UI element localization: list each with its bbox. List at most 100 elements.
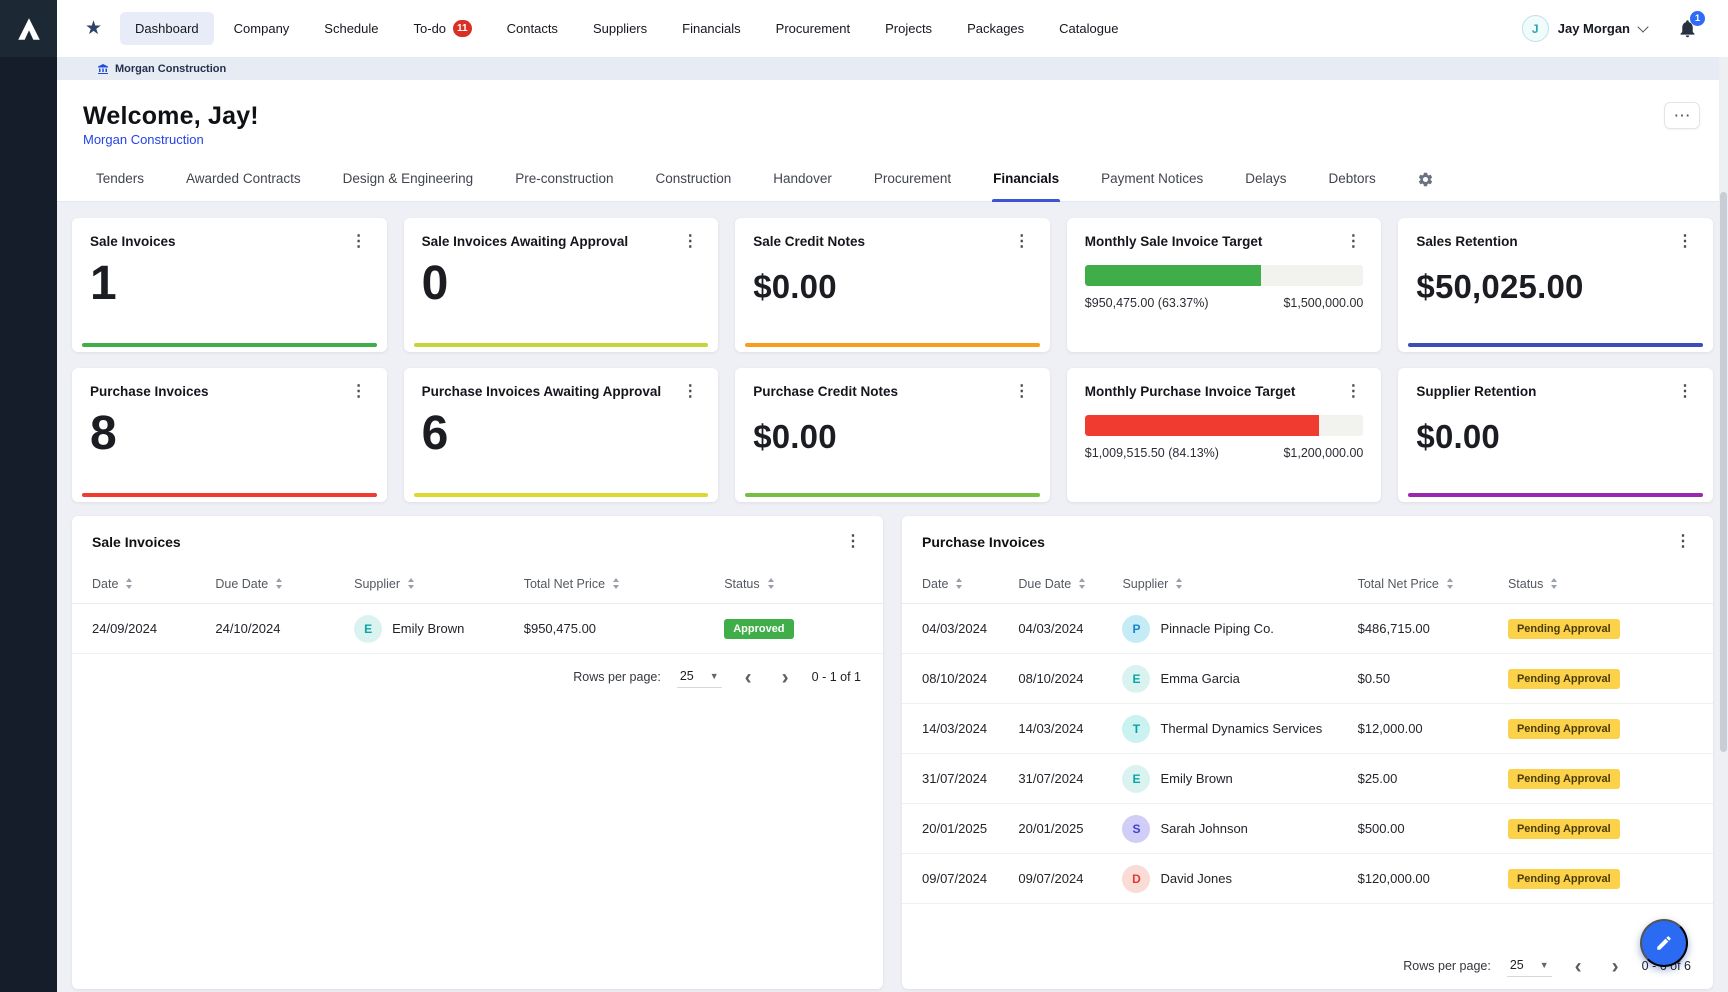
notifications-button[interactable]: 1 bbox=[1677, 18, 1698, 39]
rows-per-page-select[interactable]: 25▼ bbox=[1507, 956, 1552, 977]
bank-icon bbox=[97, 63, 109, 75]
cell-total: $25.00 bbox=[1358, 771, 1508, 786]
column-header-due-date[interactable]: Due Date bbox=[1018, 577, 1122, 591]
more-options-button[interactable]: ⋯ bbox=[1664, 102, 1700, 129]
column-header-supplier[interactable]: Supplier bbox=[354, 577, 524, 591]
breadcrumb-company-link[interactable]: Morgan Construction bbox=[97, 63, 226, 75]
tab-debtors[interactable]: Debtors bbox=[1327, 171, 1376, 201]
kebab-menu-icon[interactable]: ⋮ bbox=[843, 534, 863, 550]
kebab-menu-icon[interactable]: ⋮ bbox=[1675, 384, 1695, 400]
previous-page-button[interactable]: ‹ bbox=[738, 667, 759, 688]
cell-date: 08/10/2024 bbox=[922, 671, 1018, 686]
column-header-status[interactable]: Status bbox=[724, 577, 863, 591]
nav-item-todo[interactable]: To-do11 bbox=[399, 11, 487, 46]
cell-total: $120,000.00 bbox=[1358, 871, 1508, 886]
tab-pre-construction[interactable]: Pre-construction bbox=[514, 171, 614, 201]
cell-supplier: SSarah Johnson bbox=[1122, 815, 1357, 843]
nav-item-financials[interactable]: Financials bbox=[667, 12, 756, 45]
kpi-row-2: Purchase Invoices⋮ 8 Purchase Invoices A… bbox=[72, 368, 1713, 502]
nav-item-suppliers[interactable]: Suppliers bbox=[578, 12, 662, 45]
nav-item-catalogue[interactable]: Catalogue bbox=[1044, 12, 1133, 45]
kpi-accent-bar bbox=[414, 493, 709, 497]
create-fab-button[interactable] bbox=[1640, 919, 1688, 967]
table-row[interactable]: 04/03/2024 04/03/2024 PPinnacle Piping C… bbox=[902, 604, 1713, 654]
kebab-menu-icon[interactable]: ⋮ bbox=[680, 384, 700, 400]
next-page-button[interactable]: › bbox=[1605, 956, 1626, 977]
cell-supplier: EEmily Brown bbox=[1122, 765, 1357, 793]
app-logo[interactable] bbox=[0, 0, 57, 57]
kebab-menu-icon[interactable]: ⋮ bbox=[680, 234, 700, 250]
nav-item-procurement[interactable]: Procurement bbox=[761, 12, 865, 45]
kpi-card-sale-invoices-awaiting: Sale Invoices Awaiting Approval⋮ 0 bbox=[404, 218, 719, 352]
logo-a-icon bbox=[14, 14, 44, 44]
table-row[interactable]: 14/03/2024 14/03/2024 TThermal Dynamics … bbox=[902, 704, 1713, 754]
user-menu[interactable]: J Jay Morgan bbox=[1522, 15, 1647, 42]
nav-item-company[interactable]: Company bbox=[219, 12, 305, 45]
kebab-menu-icon[interactable]: ⋮ bbox=[349, 384, 369, 400]
tab-awarded-contracts[interactable]: Awarded Contracts bbox=[185, 171, 302, 201]
tab-handover[interactable]: Handover bbox=[772, 171, 833, 201]
left-rail bbox=[0, 0, 57, 992]
kebab-menu-icon[interactable]: ⋮ bbox=[1343, 234, 1363, 250]
nav-label: Procurement bbox=[776, 21, 850, 36]
kpi-accent-bar bbox=[1408, 343, 1703, 347]
progress-target: $1,200,000.00 bbox=[1283, 446, 1363, 460]
cell-date: 09/07/2024 bbox=[922, 871, 1018, 886]
table-row[interactable]: 24/09/2024 24/10/2024 E Emily Brown $950… bbox=[72, 604, 883, 654]
next-page-button[interactable]: › bbox=[775, 667, 796, 688]
previous-page-button[interactable]: ‹ bbox=[1568, 956, 1589, 977]
column-header-total-net-price[interactable]: Total Net Price bbox=[1358, 577, 1508, 591]
column-header-date[interactable]: Date bbox=[922, 577, 1018, 591]
kebab-menu-icon[interactable]: ⋮ bbox=[1673, 534, 1693, 550]
nav-item-dashboard[interactable]: Dashboard bbox=[120, 12, 214, 45]
tab-design-engineering[interactable]: Design & Engineering bbox=[342, 171, 475, 201]
kebab-menu-icon[interactable]: ⋮ bbox=[349, 234, 369, 250]
column-header-date[interactable]: Date bbox=[92, 577, 215, 591]
cell-due-date: 24/10/2024 bbox=[215, 621, 354, 636]
favorite-star-icon[interactable]: ★ bbox=[79, 15, 108, 42]
company-link[interactable]: Morgan Construction bbox=[83, 132, 204, 147]
nav-item-contacts[interactable]: Contacts bbox=[492, 12, 573, 45]
nav-item-packages[interactable]: Packages bbox=[952, 12, 1039, 45]
scrollbar-thumb[interactable] bbox=[1720, 192, 1727, 752]
kpi-title: Purchase Credit Notes bbox=[753, 384, 898, 399]
tabs-settings-button[interactable] bbox=[1417, 171, 1434, 201]
kpi-card-monthly-sale-target: Monthly Sale Invoice Target⋮ $950,475.00… bbox=[1067, 218, 1382, 352]
kpi-title: Purchase Invoices bbox=[90, 384, 209, 399]
tab-financials[interactable]: Financials bbox=[992, 171, 1060, 201]
tab-payment-notices[interactable]: Payment Notices bbox=[1100, 171, 1204, 201]
user-avatar: J bbox=[1522, 15, 1549, 42]
kpi-card-sale-credit-notes: Sale Credit Notes⋮ $0.00 bbox=[735, 218, 1050, 352]
nav-item-schedule[interactable]: Schedule bbox=[309, 12, 393, 45]
cell-total: $12,000.00 bbox=[1358, 721, 1508, 736]
status-badge: Pending Approval bbox=[1508, 669, 1620, 689]
user-name: Jay Morgan bbox=[1558, 21, 1630, 36]
sale-invoices-panel-title: Sale Invoices bbox=[92, 534, 181, 550]
kebab-menu-icon[interactable]: ⋮ bbox=[1675, 234, 1695, 250]
table-row[interactable]: 09/07/2024 09/07/2024 DDavid Jones $120,… bbox=[902, 854, 1713, 904]
nav-label: Financials bbox=[682, 21, 741, 36]
tab-tenders[interactable]: Tenders bbox=[95, 171, 145, 201]
tab-procurement[interactable]: Procurement bbox=[873, 171, 952, 201]
cell-supplier: DDavid Jones bbox=[1122, 865, 1357, 893]
table-row[interactable]: 08/10/2024 08/10/2024 EEmma Garcia $0.50… bbox=[902, 654, 1713, 704]
column-header-total-net-price[interactable]: Total Net Price bbox=[524, 577, 724, 591]
tab-construction[interactable]: Construction bbox=[654, 171, 732, 201]
kebab-menu-icon[interactable]: ⋮ bbox=[1343, 384, 1363, 400]
supplier-name: Emily Brown bbox=[392, 621, 464, 636]
column-header-supplier[interactable]: Supplier bbox=[1122, 577, 1357, 591]
nav-item-projects[interactable]: Projects bbox=[870, 12, 947, 45]
kpi-accent-bar bbox=[745, 493, 1040, 497]
column-header-status[interactable]: Status bbox=[1508, 577, 1693, 591]
rows-per-page-select[interactable]: 25▼ bbox=[677, 667, 722, 688]
cell-date: 20/01/2025 bbox=[922, 821, 1018, 836]
supplier-avatar: P bbox=[1122, 615, 1150, 643]
kebab-menu-icon[interactable]: ⋮ bbox=[1012, 234, 1032, 250]
table-row[interactable]: 20/01/2025 20/01/2025 SSarah Johnson $50… bbox=[902, 804, 1713, 854]
kpi-title: Sales Retention bbox=[1416, 234, 1517, 249]
kebab-menu-icon[interactable]: ⋮ bbox=[1012, 384, 1032, 400]
sort-icon bbox=[408, 578, 414, 589]
table-row[interactable]: 31/07/2024 31/07/2024 EEmily Brown $25.0… bbox=[902, 754, 1713, 804]
column-header-due-date[interactable]: Due Date bbox=[215, 577, 354, 591]
tab-delays[interactable]: Delays bbox=[1244, 171, 1287, 201]
